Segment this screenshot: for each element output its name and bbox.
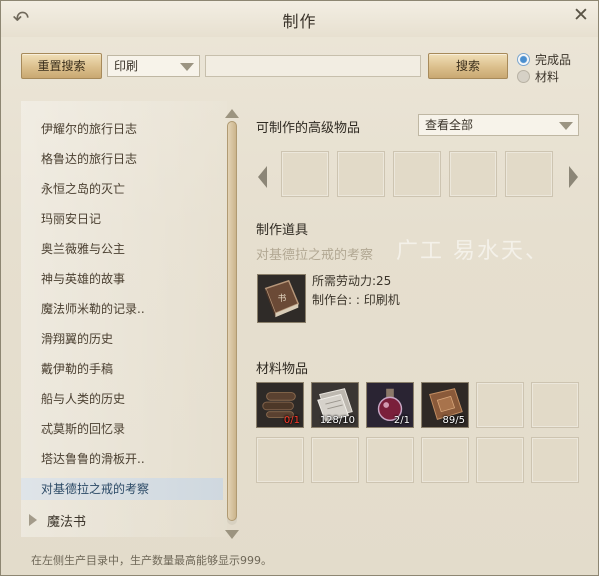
material-slot-empty[interactable] <box>476 382 524 428</box>
list-item[interactable]: 戴伊勒的手稿 <box>41 358 221 380</box>
close-icon: ✕ <box>573 4 589 26</box>
titlebar: ↶ 制作 ✕ <box>1 1 598 37</box>
advanced-item-slot[interactable] <box>449 151 497 197</box>
category-select-value: 印刷 <box>114 59 139 73</box>
material-slot-empty[interactable] <box>531 382 579 428</box>
material-count: 2/1 <box>393 415 410 426</box>
scroll-up-button[interactable] <box>225 109 239 118</box>
footer-note: 在左侧生产目录中，生产数量最高能够显示999。 <box>31 554 272 567</box>
book-icon: 书 <box>258 275 305 322</box>
material-slot-empty[interactable] <box>531 437 579 483</box>
material-count: 89/5 <box>442 415 465 426</box>
reset-search-button[interactable]: 重置搜索 <box>21 53 102 79</box>
material-count: 0/1 <box>283 415 300 426</box>
filter-finished-radio[interactable]: 完成品 <box>517 51 571 67</box>
material-slot-empty[interactable] <box>366 437 414 483</box>
list-item-selected[interactable]: 对基德拉之戒的考察 <box>21 478 223 500</box>
filter-material-radio[interactable]: 材料 <box>517 68 559 84</box>
list-item[interactable]: 永恒之岛的灭亡 <box>41 178 221 200</box>
expand-arrow-icon <box>29 514 37 526</box>
list-item[interactable]: 伊耀尔的旅行日志 <box>41 118 221 140</box>
labor-required: 所需劳动力:25 <box>312 274 392 288</box>
advanced-item-slot[interactable] <box>337 151 385 197</box>
material-slot[interactable]: 0/1 <box>256 382 304 428</box>
view-filter-value: 查看全部 <box>425 118 474 132</box>
list-item[interactable]: 魔法师米勒的记录.. <box>41 298 221 320</box>
material-count: 128/10 <box>319 415 355 426</box>
advanced-item-slot[interactable] <box>393 151 441 197</box>
prev-page-arrow-icon[interactable] <box>258 166 267 188</box>
list-item[interactable]: 玛丽安日记 <box>41 208 221 230</box>
scrollbar-thumb[interactable] <box>227 121 237 521</box>
chevron-down-icon <box>180 63 194 71</box>
chevron-down-icon <box>559 122 573 130</box>
watermark-text: 广工 易水天、 <box>396 239 549 264</box>
craft-tool-heading: 制作道具 <box>256 223 309 238</box>
window-title: 制作 <box>282 12 317 31</box>
craft-item-slot[interactable]: 书 <box>257 274 306 323</box>
list-item[interactable]: 船与人类的历史 <box>41 388 221 410</box>
search-button[interactable]: 搜索 <box>428 53 508 79</box>
list-item[interactable]: 塔达鲁鲁的滑板开.. <box>41 448 221 470</box>
filter-material-label: 材料 <box>535 70 560 84</box>
material-slot[interactable]: 2/1 <box>366 382 414 428</box>
material-slot[interactable]: 89/5 <box>421 382 469 428</box>
list-item[interactable]: 奥兰薇雅与公主 <box>41 238 221 260</box>
next-page-arrow-icon[interactable] <box>569 166 578 188</box>
category-select[interactable]: 印刷 <box>107 55 200 77</box>
materials-heading: 材料物品 <box>256 362 309 377</box>
list-item[interactable]: 忒莫斯的回忆录 <box>41 418 221 440</box>
list-item[interactable]: 滑翔翼的历史 <box>41 328 221 350</box>
radio-unselected-icon <box>517 70 530 83</box>
craft-item-name: 对基德拉之戒的考察 <box>256 248 374 263</box>
filter-finished-label: 完成品 <box>535 53 572 67</box>
material-slot-empty[interactable] <box>421 437 469 483</box>
material-slot-empty[interactable] <box>256 437 304 483</box>
close-button[interactable]: ✕ <box>570 4 592 26</box>
list-item[interactable]: 神与英雄的故事 <box>41 268 221 290</box>
material-slot-empty[interactable] <box>476 437 524 483</box>
material-slot[interactable]: 128/10 <box>311 382 359 428</box>
radio-selected-icon <box>517 53 530 66</box>
category-label: 魔法书 <box>47 515 87 530</box>
advanced-items-heading: 可制作的高级物品 <box>256 121 361 136</box>
scroll-down-button[interactable] <box>225 530 239 539</box>
view-filter-select[interactable]: 查看全部 <box>418 114 579 136</box>
crafting-window: ↶ 制作 ✕ 重置搜索 印刷 搜索 完成品 材料 伊耀尔的旅行日志 格鲁达的旅行… <box>0 0 599 576</box>
svg-text:书: 书 <box>278 293 287 304</box>
advanced-item-slot[interactable] <box>505 151 553 197</box>
category-magic-books[interactable]: 魔法书 <box>29 511 86 530</box>
scrollbar-track[interactable] <box>227 121 237 525</box>
advanced-item-slot[interactable] <box>281 151 329 197</box>
crafting-station: 制作台: : 印刷机 <box>312 293 400 307</box>
search-input[interactable] <box>205 55 421 77</box>
material-slot-empty[interactable] <box>311 437 359 483</box>
list-item[interactable]: 格鲁达的旅行日志 <box>41 148 221 170</box>
